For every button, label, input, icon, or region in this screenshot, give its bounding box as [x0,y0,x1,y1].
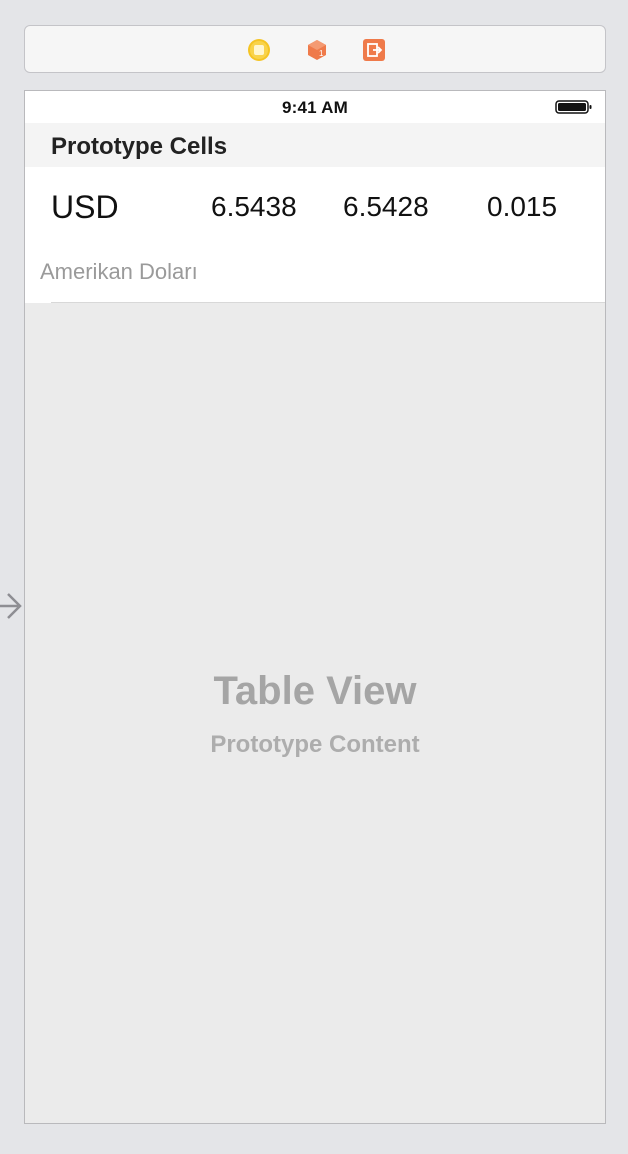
prototype-cells-header: Prototype Cells [25,123,605,167]
view-controller-icon[interactable] [247,38,271,62]
sell-rate-label: 6.5428 [343,191,429,222]
device-frame: 9:41 AM Prototype Cells USD 6.5438 6.542… [24,90,606,1124]
section-title: Prototype Cells [51,133,228,160]
currency-code-label: USD [51,189,119,225]
svg-text:1: 1 [319,49,324,58]
buy-rate-label: 6.5438 [211,191,297,222]
prototype-cell[interactable]: USD 6.5438 6.5428 0.015 Amerikan Doları [25,167,605,303]
status-bar: 9:41 AM [25,91,605,123]
first-responder-icon[interactable]: 1 [305,38,329,62]
exit-icon[interactable] [362,38,386,62]
cell-separator [51,302,605,303]
status-time: 9:41 AM [282,98,348,117]
table-view-placeholder-title: Table View [213,669,417,713]
currency-name-label: Amerikan Doları [40,259,198,284]
table-view-placeholder-subtitle: Prototype Content [210,731,420,758]
scene-dock: 1 [24,25,606,73]
change-label: 0.015 [487,191,558,222]
battery-icon [555,100,592,114]
entry-point-arrow-icon [0,593,22,619]
